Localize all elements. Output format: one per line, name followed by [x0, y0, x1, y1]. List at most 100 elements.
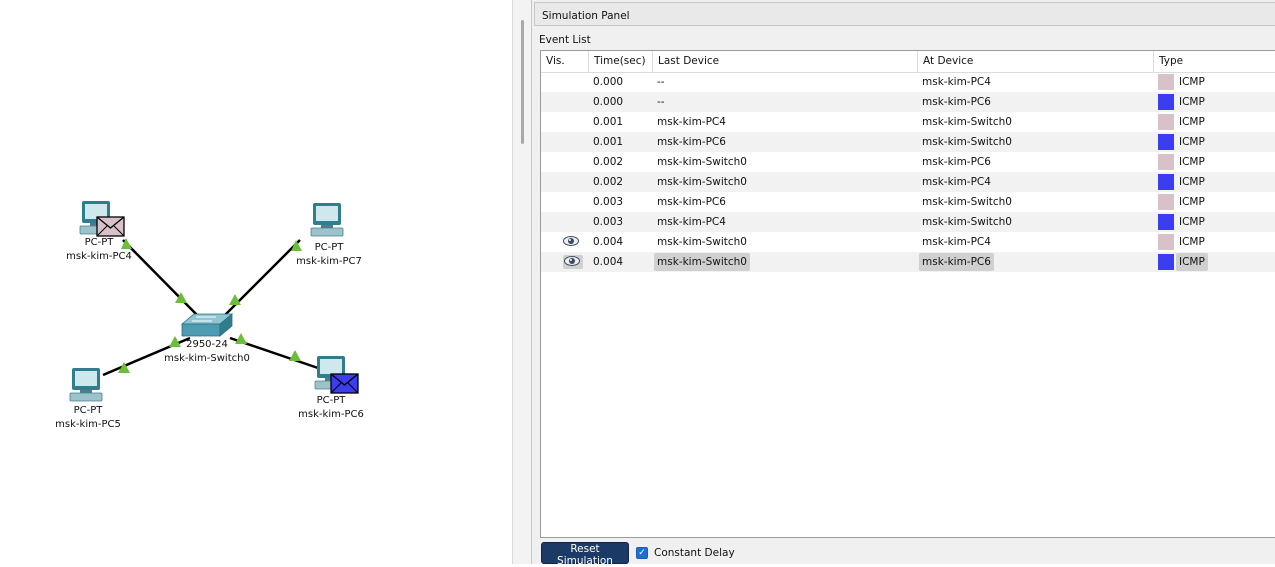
event-time: 0.000 [593, 76, 624, 88]
event-at-device: msk-kim-Switch0 [922, 116, 1012, 128]
event-last-device: msk-kim-Switch0 [657, 236, 747, 248]
event-time: 0.004 [593, 236, 624, 248]
event-last-device: -- [657, 76, 665, 88]
event-last-device: msk-kim-Switch0 [657, 156, 747, 168]
event-row[interactable]: 0.003 msk-kim-PC4 msk-kim-Switch0 ICMP [541, 212, 1275, 232]
event-type: ICMP [1179, 96, 1205, 108]
constant-delay-checkbox[interactable]: ✓ Constant Delay [636, 546, 735, 560]
device-label-pc6[interactable]: PC-PT msk-kim-PC6 [281, 394, 381, 422]
constant-delay-label: Constant Delay [654, 547, 735, 559]
event-type: ICMP [1176, 253, 1208, 271]
pdu-color-swatch[interactable] [1158, 194, 1174, 210]
event-type: ICMP [1179, 196, 1205, 208]
eye-icon[interactable] [563, 255, 583, 269]
pc-icon[interactable] [69, 368, 103, 402]
pdu-color-swatch[interactable] [1158, 214, 1174, 230]
eye-icon[interactable] [563, 235, 581, 249]
simulation-panel: Simulation Panel Event List Vis. Time(se… [531, 0, 1275, 567]
event-type: ICMP [1179, 156, 1205, 168]
scrollbar-thumb[interactable] [521, 20, 524, 144]
event-last-device: msk-kim-PC4 [657, 216, 726, 228]
column-header-last-device[interactable]: Last Device [653, 51, 918, 72]
event-time: 0.001 [593, 136, 624, 148]
reset-simulation-button[interactable]: Reset Simulation [541, 542, 629, 567]
pdu-color-swatch[interactable] [1158, 114, 1174, 130]
event-last-device: msk-kim-Switch0 [654, 253, 750, 271]
event-list-table[interactable]: Vis. Time(sec) Last Device At Device Typ… [540, 50, 1275, 538]
checkbox-checked-icon[interactable]: ✓ [636, 547, 648, 559]
event-at-device: msk-kim-PC6 [922, 96, 991, 108]
event-last-device: msk-kim-PC6 [657, 196, 726, 208]
pdu-color-swatch[interactable] [1158, 254, 1174, 270]
event-time: 0.001 [593, 116, 624, 128]
pdu-color-swatch[interactable] [1158, 234, 1174, 250]
device-model: PC-PT [73, 405, 103, 416]
device-label-pc5[interactable]: PC-PT msk-kim-PC5 [38, 404, 138, 432]
column-header-type[interactable]: Type [1154, 51, 1275, 72]
device-label-switch0[interactable]: 2950-24 msk-kim-Switch0 [152, 338, 262, 366]
topology-canvas[interactable] [0, 0, 512, 564]
event-time: 0.000 [593, 96, 624, 108]
device-label-pc4[interactable]: PC-PT msk-kim-PC4 [49, 236, 149, 264]
event-last-device: -- [657, 96, 665, 108]
device-model: PC-PT [84, 237, 114, 248]
event-at-device: msk-kim-Switch0 [922, 216, 1012, 228]
event-type: ICMP [1179, 136, 1205, 148]
pdu-color-swatch[interactable] [1158, 94, 1174, 110]
event-type: ICMP [1179, 216, 1205, 228]
pdu-color-swatch[interactable] [1158, 174, 1174, 190]
event-time: 0.003 [593, 216, 624, 228]
event-time: 0.004 [593, 256, 624, 268]
device-name: msk-kim-Switch0 [164, 353, 250, 364]
event-time: 0.003 [593, 196, 624, 208]
event-type: ICMP [1179, 76, 1205, 88]
event-row[interactable]: 0.003 msk-kim-PC6 msk-kim-Switch0 ICMP [541, 192, 1275, 212]
event-time: 0.002 [593, 156, 624, 168]
event-row[interactable]: 0.004 msk-kim-Switch0 msk-kim-PC6 ICMP [541, 252, 1275, 272]
switch-icon[interactable] [180, 313, 234, 337]
logical-workspace[interactable]: PC-PT msk-kim-PC4 PC-PT msk-kim-PC7 2950… [0, 0, 512, 564]
event-at-device: msk-kim-PC4 [922, 236, 991, 248]
device-model: 2950-24 [186, 339, 228, 350]
device-name: msk-kim-PC5 [55, 419, 121, 430]
event-at-device: msk-kim-PC6 [919, 253, 994, 271]
event-list-label: Event List [539, 34, 591, 46]
device-name: msk-kim-PC6 [298, 409, 364, 420]
event-last-device: msk-kim-PC6 [657, 136, 726, 148]
device-model: PC-PT [314, 242, 344, 253]
event-at-device: msk-kim-PC4 [922, 76, 991, 88]
device-name: msk-kim-PC7 [296, 256, 362, 267]
pdu-color-swatch[interactable] [1158, 154, 1174, 170]
column-header-at-device[interactable]: At Device [918, 51, 1154, 72]
pdu-color-swatch[interactable] [1158, 134, 1174, 150]
event-row[interactable]: 0.002 msk-kim-Switch0 msk-kim-PC4 ICMP [541, 172, 1275, 192]
device-name: msk-kim-PC4 [66, 251, 132, 262]
event-row[interactable]: 0.004 msk-kim-Switch0 msk-kim-PC4 ICMP [541, 232, 1275, 252]
event-at-device: msk-kim-PC6 [922, 156, 991, 168]
event-at-device: msk-kim-Switch0 [922, 196, 1012, 208]
pdu-envelope-icon[interactable] [96, 216, 125, 237]
event-row[interactable]: 0.000 -- msk-kim-PC6 ICMP [541, 92, 1275, 112]
event-rows: 0.000 -- msk-kim-PC4 ICMP 0.000 -- msk-kim-PC6… [541, 72, 1275, 272]
column-header-vis[interactable]: Vis. [541, 51, 589, 72]
table-header: Vis. Time(sec) Last Device At Device Typ… [541, 51, 1275, 73]
event-at-device: msk-kim-Switch0 [922, 136, 1012, 148]
event-last-device: msk-kim-PC4 [657, 116, 726, 128]
pdu-envelope-icon[interactable] [330, 373, 359, 394]
event-row[interactable]: 0.002 msk-kim-Switch0 msk-kim-PC6 ICMP [541, 152, 1275, 172]
panel-title: Simulation Panel [542, 10, 630, 22]
simulation-panel-title-bar: Simulation Panel [534, 2, 1275, 26]
event-row[interactable]: 0.000 -- msk-kim-PC4 ICMP [541, 72, 1275, 92]
event-last-device: msk-kim-Switch0 [657, 176, 747, 188]
event-row[interactable]: 0.001 msk-kim-PC4 msk-kim-Switch0 ICMP [541, 112, 1275, 132]
event-type: ICMP [1179, 116, 1205, 128]
workspace-vertical-scrollbar[interactable] [512, 0, 531, 564]
pc-icon[interactable] [310, 203, 344, 237]
event-at-device: msk-kim-PC4 [922, 176, 991, 188]
event-row[interactable]: 0.001 msk-kim-PC6 msk-kim-Switch0 ICMP [541, 132, 1275, 152]
device-model: PC-PT [316, 395, 346, 406]
device-label-pc7[interactable]: PC-PT msk-kim-PC7 [279, 241, 379, 269]
pdu-color-swatch[interactable] [1158, 74, 1174, 90]
link-up-icon [289, 350, 301, 361]
column-header-time[interactable]: Time(sec) [589, 51, 653, 72]
